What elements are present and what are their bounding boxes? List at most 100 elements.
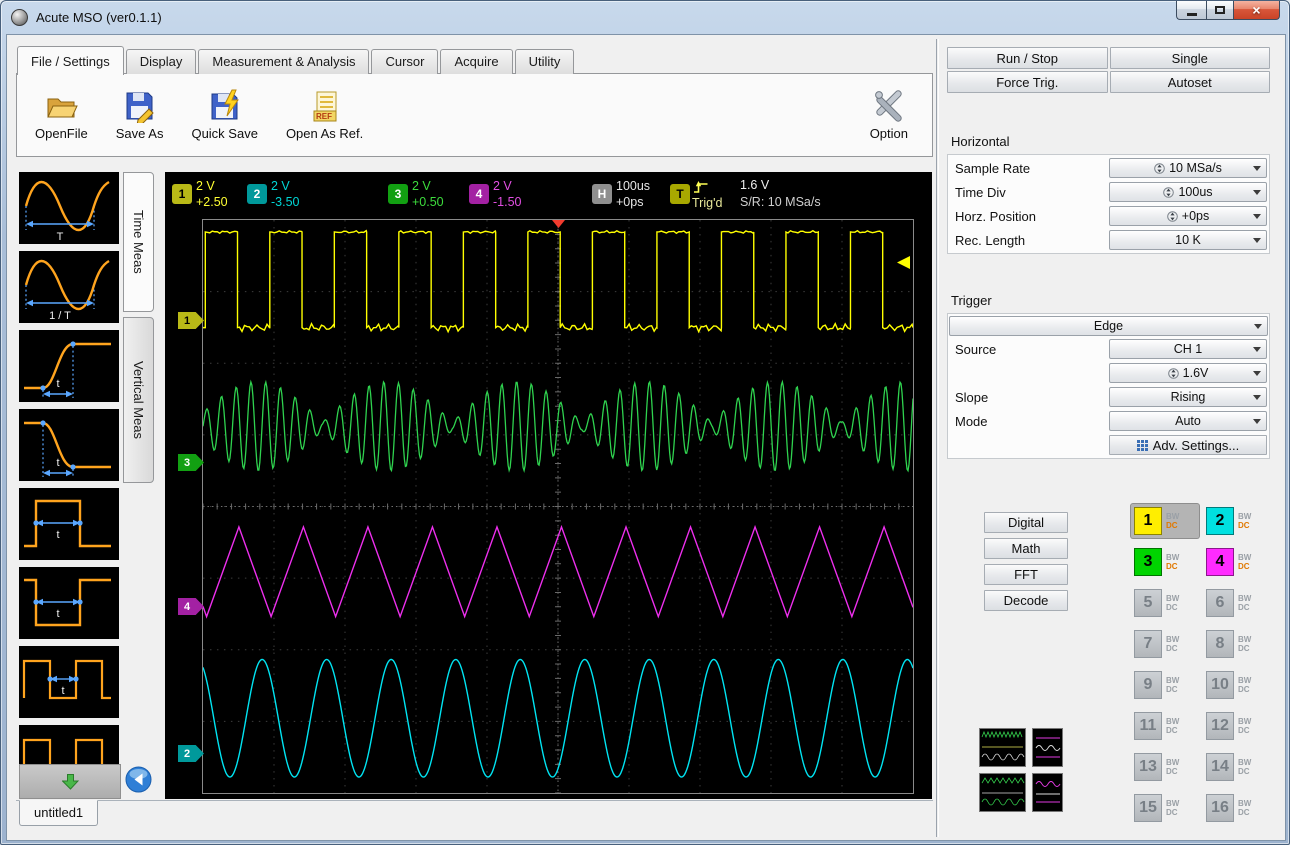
horz-position-dropdown[interactable]: +0ps (1109, 206, 1267, 226)
measure-positive-width-thumb[interactable]: t (19, 488, 119, 560)
ch4-badge[interactable]: 4 (469, 184, 489, 204)
tab-acquire[interactable]: Acquire (440, 49, 512, 74)
trigger-mode-label: Mode (955, 414, 988, 429)
sidebar-tab-time-meas[interactable]: Time Meas (123, 172, 154, 312)
decode-button[interactable]: Decode (984, 590, 1068, 611)
channel-button-7[interactable]: 7BWDC (1131, 627, 1199, 661)
trigger-slope-dropdown[interactable]: Rising (1109, 387, 1267, 407)
channel-button-13[interactable]: 13BWDC (1131, 750, 1199, 784)
measure-negative-width-thumb[interactable]: t (19, 567, 119, 639)
document-tab-untitled1[interactable]: untitled1 (19, 800, 98, 826)
open-file-button[interactable]: OpenFile (35, 89, 88, 141)
channel-button-14[interactable]: 14BWDC (1203, 750, 1271, 784)
trigger-type-dropdown[interactable]: Edge (949, 316, 1268, 336)
measure-rise-time-thumb[interactable]: t (19, 330, 119, 402)
chevron-down-icon (1253, 347, 1261, 356)
layout-preview-3[interactable] (979, 773, 1026, 812)
ch1-status[interactable]: 2 V+2.50 (196, 178, 228, 210)
channel-button-15[interactable]: 15BWDC (1131, 791, 1199, 825)
run-stop-button[interactable]: Run / Stop (947, 47, 1108, 69)
ch2-badge[interactable]: 2 (247, 184, 267, 204)
svg-text:t: t (56, 378, 59, 390)
trigger-status: Trig'd (692, 196, 722, 210)
channel-button-4[interactable]: 4BWDC (1203, 545, 1271, 579)
channel-button-10[interactable]: 10BWDC (1203, 668, 1271, 702)
quick-save-button[interactable]: Quick Save (191, 89, 257, 141)
ch1-position-tag[interactable]: 1 (178, 312, 204, 329)
ch3-status[interactable]: 2 V+0.50 (412, 178, 444, 210)
collapse-sidebar-button[interactable] (125, 766, 152, 793)
open-as-ref-button[interactable]: REF Open As Ref. (286, 89, 363, 141)
force-trig-button[interactable]: Force Trig. (947, 71, 1108, 93)
floppy-pencil-icon (123, 89, 157, 123)
tab-file-settings[interactable]: File / Settings (17, 46, 124, 75)
toolbar: OpenFile Save As Quick Save (16, 73, 933, 157)
channel-button-16[interactable]: 16BWDC (1203, 791, 1271, 825)
layout-preview-4[interactable] (1032, 773, 1063, 812)
measure-duty-cycle-thumb[interactable]: t (19, 646, 119, 718)
dc-label: DC (1238, 767, 1251, 776)
channel-button-12[interactable]: 12BWDC (1203, 709, 1271, 743)
trigger-level-dropdown[interactable]: 1.6V (1109, 363, 1267, 383)
trigger-mode-dropdown[interactable]: Auto (1109, 411, 1267, 431)
fft-button[interactable]: FFT (984, 564, 1068, 585)
measure-fall-time-thumb[interactable]: t (19, 409, 119, 481)
ch2-position-tag[interactable]: 2 (178, 745, 204, 762)
bw-label: BW (1238, 758, 1251, 767)
title-bar[interactable]: Acute MSO (ver0.1.1) × (1, 1, 1289, 33)
maximize-button[interactable] (1206, 1, 1234, 20)
tab-utility[interactable]: Utility (515, 49, 575, 74)
rec-length-dropdown[interactable]: 10 K (1109, 230, 1267, 250)
trigger-settings: Edge SourceCH 11.6VSlopeRisingModeAuto (947, 313, 1270, 459)
channel-button-3[interactable]: 3BWDC (1131, 545, 1199, 579)
layout-preview-2[interactable] (1032, 728, 1063, 767)
ch3-position-tag[interactable]: 3 (178, 454, 204, 471)
time-div-dropdown[interactable]: 100us (1109, 182, 1267, 202)
channel-button-11[interactable]: 11BWDC (1131, 709, 1199, 743)
channel-button-8[interactable]: 8BWDC (1203, 627, 1271, 661)
bw-label: BW (1238, 594, 1251, 603)
app-window: Acute MSO (ver0.1.1) × File / SettingsDi… (0, 0, 1290, 845)
option-button[interactable]: Option (870, 89, 908, 141)
ch4-position-tag[interactable]: 4 (178, 598, 204, 615)
trigger-badge[interactable]: T (670, 184, 690, 204)
svg-text:t: t (56, 529, 59, 541)
single-button[interactable]: Single (1110, 47, 1271, 69)
channel-button-2[interactable]: 2BWDC (1203, 504, 1271, 538)
waveform-plot[interactable] (202, 219, 914, 794)
tab-measurement-analysis[interactable]: Measurement & Analysis (198, 49, 369, 74)
autoset-button[interactable]: Autoset (1110, 71, 1271, 93)
measure-period-thumb[interactable]: T (19, 172, 119, 244)
channel-button-1[interactable]: 1BWDC (1131, 504, 1199, 538)
channel-button-6[interactable]: 6BWDC (1203, 586, 1271, 620)
ch1-badge[interactable]: 1 (172, 184, 192, 204)
dc-label: DC (1166, 644, 1179, 653)
chevron-down-icon (1254, 324, 1262, 333)
channel-button-5[interactable]: 5BWDC (1131, 586, 1199, 620)
tab-cursor[interactable]: Cursor (371, 49, 438, 74)
sample-rate-readout: S/R: 10 MSa/s (740, 195, 821, 209)
math-button[interactable]: Math (984, 538, 1068, 559)
adv-settings-button[interactable]: Adv. Settings... (1109, 435, 1267, 455)
horizontal-status[interactable]: 100us+0ps (616, 178, 650, 210)
horizontal-settings: Sample Rate10 MSa/sTime Div100usHorz. Po… (947, 154, 1270, 254)
horizontal-badge[interactable]: H (592, 184, 612, 204)
sidebar-tab-vertical-meas[interactable]: Vertical Meas (123, 317, 154, 483)
tab-display[interactable]: Display (126, 49, 197, 74)
ch3-badge[interactable]: 3 (388, 184, 408, 204)
trigger-section-title: Trigger (951, 293, 992, 308)
dc-label: DC (1166, 562, 1179, 571)
ch2-status[interactable]: 2 V-3.50 (271, 178, 300, 210)
trigger-slope-label: Slope (955, 390, 988, 405)
close-button[interactable]: × (1234, 1, 1280, 20)
measure-frequency-thumb[interactable]: 1 / T (19, 251, 119, 323)
thumb-scroll-strip[interactable] (19, 764, 121, 799)
layout-preview-1[interactable] (979, 728, 1026, 767)
save-as-button[interactable]: Save As (116, 89, 164, 141)
sample-rate-dropdown[interactable]: 10 MSa/s (1109, 158, 1267, 178)
minimize-button[interactable] (1176, 1, 1206, 20)
ch4-status[interactable]: 2 V-1.50 (493, 178, 522, 210)
channel-button-9[interactable]: 9BWDC (1131, 668, 1199, 702)
digital-button[interactable]: Digital (984, 512, 1068, 533)
trigger-source-dropdown[interactable]: CH 1 (1109, 339, 1267, 359)
